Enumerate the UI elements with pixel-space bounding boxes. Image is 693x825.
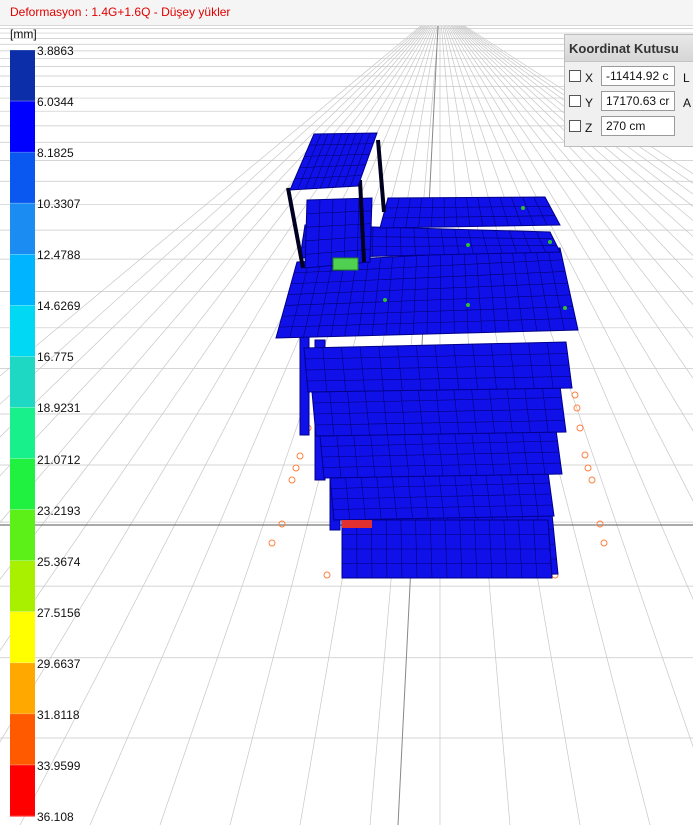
slab-node-marker (563, 306, 567, 310)
support-node-marker (288, 476, 296, 484)
legend-color-band (10, 152, 35, 204)
support-node-marker (571, 391, 579, 399)
stair-opening (332, 257, 359, 271)
support-node-marker (581, 451, 589, 459)
legend-value-label: 36.108 (37, 810, 74, 824)
legend-color-band (10, 203, 35, 255)
legend-color-band (10, 509, 35, 562)
y-lock-checkbox[interactable] (569, 95, 581, 107)
legend-color-band (10, 254, 35, 306)
support-node-marker (292, 464, 300, 472)
z-axis-label: Z (585, 121, 593, 135)
slab-node-marker (466, 303, 470, 307)
legend-value-label: 6.0344 (37, 95, 74, 110)
legend-value-label: 29.6637 (37, 656, 81, 671)
legend-value-label: 31.8118 (37, 707, 80, 722)
legend-value-label: 18.9231 (37, 401, 81, 416)
support-node-marker (296, 452, 304, 460)
z-coordinate-field[interactable]: 270 cm (601, 116, 675, 136)
deformed-building-model[interactable] (268, 132, 608, 579)
floor-slab (329, 471, 555, 521)
legend-color-band (10, 50, 35, 102)
floor-slab (311, 385, 567, 437)
y-coordinate-field[interactable]: 17170.63 cr (601, 91, 675, 111)
upper-slab (379, 196, 561, 229)
legend-value-label: 3.8863 (37, 44, 74, 58)
legend-color-band (10, 713, 35, 766)
legend-color-band (10, 662, 35, 715)
y-side-label: A (683, 96, 692, 110)
legend-value-label: 12.4788 (37, 248, 81, 263)
support-node-marker (584, 464, 592, 472)
support-node-marker (323, 571, 331, 579)
support-node-marker (576, 424, 584, 432)
legend-value-label: 10.3307 (37, 197, 81, 212)
legend-color-band (10, 560, 35, 613)
coordinate-box-title: Koordinat Kutusu (565, 35, 693, 62)
legend-value-label: 21.0712 (37, 452, 81, 467)
coordinate-box-panel[interactable]: Koordinat Kutusu X -11414.92 c L Y 17170… (564, 34, 693, 147)
legend-color-band (10, 356, 35, 409)
legend-value-label: 33.9599 (37, 758, 81, 773)
legend-value-label: 25.3674 (37, 554, 81, 569)
legend-color-band (10, 101, 35, 153)
max-deformation-zone (342, 520, 372, 528)
slab-node-marker (521, 206, 525, 210)
support-node-marker (600, 539, 608, 547)
slab-node-marker (548, 240, 552, 244)
support-node-marker (588, 476, 596, 484)
legend-unit-label: [mm] (10, 27, 37, 41)
y-axis-label: Y (585, 96, 594, 110)
x-lock-checkbox[interactable] (569, 70, 581, 82)
support-node-marker (268, 539, 276, 547)
x-side-label: L (683, 71, 690, 85)
legend-color-band (10, 458, 35, 511)
floor-slab (319, 429, 563, 479)
legend-color-band (10, 407, 35, 460)
legend-color-band (10, 764, 35, 817)
z-lock-checkbox[interactable] (569, 120, 581, 132)
legend-color-band (10, 611, 35, 664)
legend-color-band (10, 305, 35, 357)
legend-value-label: 16.775 (37, 350, 74, 365)
x-coordinate-field[interactable]: -11414.92 c (601, 66, 675, 86)
slab-node-marker (466, 243, 470, 247)
slab-node-marker (383, 298, 387, 302)
legend-value-label: 8.1825 (37, 146, 74, 161)
legend-value-label: 27.5156 (37, 605, 81, 620)
legend-value-label: 14.6269 (37, 299, 81, 314)
legend-value-label: 23.2193 (37, 503, 81, 518)
x-axis-label: X (585, 71, 594, 85)
